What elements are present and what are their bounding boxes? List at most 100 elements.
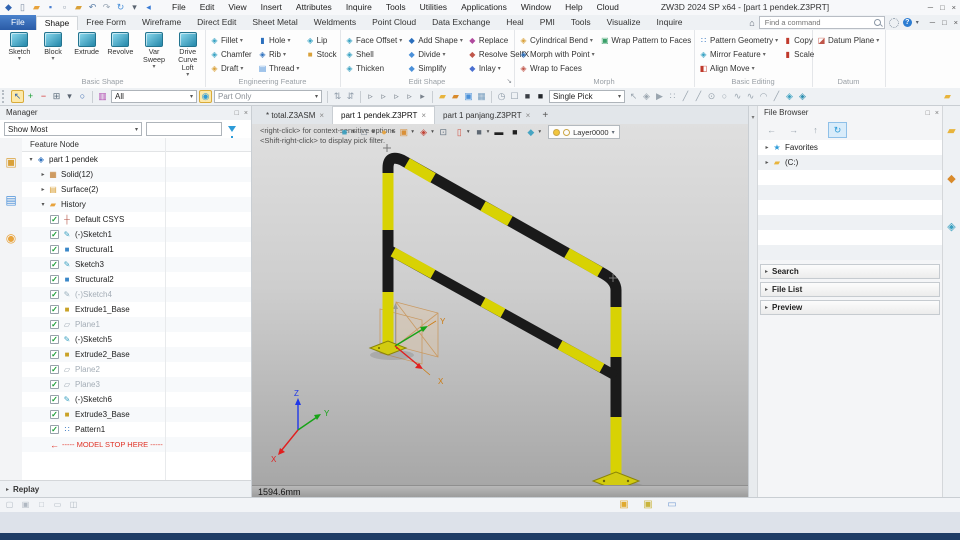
- divide-button[interactable]: ◆ Divide ▾: [407, 50, 463, 59]
- collapse-ribbon-icon[interactable]: ◂: [142, 1, 155, 14]
- close-icon[interactable]: ×: [954, 18, 958, 27]
- add-shape-button[interactable]: ◆ Add Shape ▾: [407, 36, 463, 45]
- ribbon-tab-weldments[interactable]: Weldments: [306, 15, 364, 30]
- document-tab-part-1-panjang-z3prt[interactable]: part 1 panjang.Z3PRT ×: [435, 107, 538, 124]
- feature-history[interactable]: ▾ ▰ History: [22, 197, 251, 212]
- section-file-list[interactable]: ▸ File List: [760, 282, 940, 297]
- darker-swatch-icon[interactable]: ■: [534, 90, 547, 103]
- open-folder-icon[interactable]: ▰: [30, 1, 43, 14]
- line-tool-icon[interactable]: ╱: [679, 90, 692, 103]
- curve-tool-icon[interactable]: ∿: [744, 90, 757, 103]
- ribbon-tab-pmi[interactable]: PMI: [532, 15, 563, 30]
- panel-folder-icon[interactable]: ▰: [941, 90, 954, 103]
- feature-checkbox[interactable]: ✓: [50, 215, 59, 224]
- background-square-swatch[interactable]: ■: [508, 126, 521, 139]
- multi-view-icon[interactable]: ●: [378, 126, 391, 139]
- add-selection-icon[interactable]: +: [24, 90, 37, 103]
- entity-filter-combo[interactable]: All ▾: [111, 90, 197, 103]
- scope-globe-icon[interactable]: ◉: [199, 90, 212, 103]
- feature-checkbox[interactable]: ✓: [50, 230, 59, 239]
- bracket-icon[interactable]: ☐: [508, 90, 521, 103]
- feature-checkbox[interactable]: ✓: [50, 350, 59, 359]
- revolve-button[interactable]: Revolve: [104, 32, 137, 78]
- feature-part-1-pendek[interactable]: ▾ ◈ part 1 pendek: [22, 152, 251, 167]
- feature-sketch1[interactable]: ✓ ✎ (-)Sketch1: [22, 227, 251, 242]
- document-tab-total-z3asm[interactable]: * total.Z3ASM ×: [258, 107, 332, 124]
- menu-utilities[interactable]: Utilities: [413, 0, 454, 15]
- menu-insert[interactable]: Insert: [254, 0, 289, 15]
- export-image-icon[interactable]: ▤: [3, 192, 19, 208]
- find-command-box[interactable]: [758, 16, 885, 29]
- manager-search-input[interactable]: [146, 122, 222, 136]
- find-command-input[interactable]: [762, 17, 874, 28]
- feature-checkbox[interactable]: ✓: [50, 410, 59, 419]
- undo-icon[interactable]: ↶: [86, 1, 99, 14]
- section-search[interactable]: ▸ Search: [760, 264, 940, 279]
- circle-center-tool-icon[interactable]: ⊙: [705, 90, 718, 103]
- section-view-icon[interactable]: ▯: [453, 126, 466, 139]
- model-stop-marker[interactable]: ← ----- MODEL STOP HERE -----: [22, 437, 251, 452]
- ribbon-tab-data-exchange[interactable]: Data Exchange: [424, 15, 498, 30]
- feature-checkbox[interactable]: ✓: [50, 395, 59, 404]
- feature-checkbox[interactable]: ✓: [50, 305, 59, 314]
- pick-point-icon[interactable]: ◈: [640, 90, 653, 103]
- ribbon-tab-heal[interactable]: Heal: [498, 15, 531, 30]
- render-mode-icon[interactable]: ▣: [397, 126, 410, 139]
- section-preview[interactable]: ▸ Preview: [760, 300, 940, 315]
- stock-button[interactable]: ■ Stock: [306, 50, 338, 59]
- datum-plane-button[interactable]: ◪ Datum Plane ▾: [817, 36, 883, 45]
- history-back-icon[interactable]: ▹: [377, 90, 390, 103]
- history-insert-icon[interactable]: ▹: [390, 90, 403, 103]
- sketch-line-icon[interactable]: ╱: [770, 90, 783, 103]
- history-last-icon[interactable]: ▸: [416, 90, 429, 103]
- feature-checkbox[interactable]: ✓: [50, 245, 59, 254]
- expand-open-icon[interactable]: ▾: [38, 201, 48, 208]
- feature-sketch5[interactable]: ✓ ✎ (-)Sketch5: [22, 332, 251, 347]
- feature-extrude1-base[interactable]: ✓ ■ Extrude1_Base: [22, 302, 251, 317]
- restore-icon[interactable]: □: [940, 3, 945, 12]
- role-manager-icon[interactable]: ◉: [3, 230, 19, 246]
- feature-checkbox[interactable]: ✓: [50, 380, 59, 389]
- close-tab-icon[interactable]: ×: [526, 111, 531, 120]
- filter-list-icon[interactable]: ▥: [96, 90, 109, 103]
- copy-button[interactable]: ▮ Copy: [783, 36, 814, 45]
- ribbon-tab-tools[interactable]: Tools: [563, 15, 599, 30]
- reuse-library-icon[interactable]: ◆: [945, 172, 959, 186]
- save-icon[interactable]: ▪: [44, 1, 57, 14]
- show-most-combo[interactable]: Show Most ▾: [4, 122, 142, 136]
- feature-structural2[interactable]: ✓ ■ Structural2: [22, 272, 251, 287]
- ribbon-tab-shape[interactable]: Shape: [35, 16, 79, 30]
- feature-plane1[interactable]: ✓ ▱ Plane1: [22, 317, 251, 332]
- feature-plane2[interactable]: ✓ ▱ Plane2: [22, 362, 251, 377]
- feature-solid-12[interactable]: ▸ ▦ Solid(12): [22, 167, 251, 182]
- history-forward-icon[interactable]: ▹: [403, 90, 416, 103]
- dialog-launcher-icon[interactable]: ↘: [507, 77, 512, 85]
- minimize-icon[interactable]: ─: [928, 3, 933, 12]
- feature-pattern1[interactable]: ✓ ∷ Pattern1: [22, 422, 251, 437]
- back-icon[interactable]: ←: [762, 122, 781, 138]
- print-icon[interactable]: ▫: [58, 1, 71, 14]
- expand-closed-icon[interactable]: ▸: [762, 144, 772, 151]
- spline-tool-icon[interactable]: ∿: [731, 90, 744, 103]
- close-tab-icon[interactable]: ×: [319, 111, 324, 120]
- sketch-button[interactable]: Sketch ▾: [3, 32, 36, 78]
- mirror-feature-button[interactable]: ◈ Mirror Feature ▾: [699, 50, 778, 59]
- fillet-button[interactable]: ◈ Fillet ▾: [210, 36, 253, 45]
- thread-button[interactable]: ▤ Thread ▾: [258, 64, 301, 73]
- menu-tools[interactable]: Tools: [379, 0, 413, 15]
- minimize-icon[interactable]: ─: [930, 18, 935, 27]
- float-panel-icon[interactable]: □: [235, 110, 239, 117]
- feature-sketch3[interactable]: ✓ ✎ Sketch3: [22, 257, 251, 272]
- ribbon-tab-sheet-metal[interactable]: Sheet Metal: [244, 15, 305, 30]
- hole-button[interactable]: ▮ Hole ▾: [258, 36, 301, 45]
- shape-library-icon[interactable]: ◈: [945, 220, 959, 234]
- polyline-tool-icon[interactable]: ╱: [692, 90, 705, 103]
- pattern-geometry-button[interactable]: ∷ Pattern Geometry ▾: [699, 36, 778, 45]
- wrap-to-faces-button[interactable]: ◈ Wrap to Faces: [519, 64, 595, 73]
- feature-extrude2-base[interactable]: ✓ ■ Extrude2_Base: [22, 347, 251, 362]
- drive-curve-loft-button[interactable]: Drive Curve Loft ▾: [171, 32, 204, 78]
- shaded-display-icon[interactable]: ■: [338, 126, 351, 139]
- ribbon-tab-inquire[interactable]: Inquire: [649, 15, 691, 30]
- history-first-icon[interactable]: ▹: [364, 90, 377, 103]
- status-frame-icon[interactable]: ▣: [20, 499, 31, 510]
